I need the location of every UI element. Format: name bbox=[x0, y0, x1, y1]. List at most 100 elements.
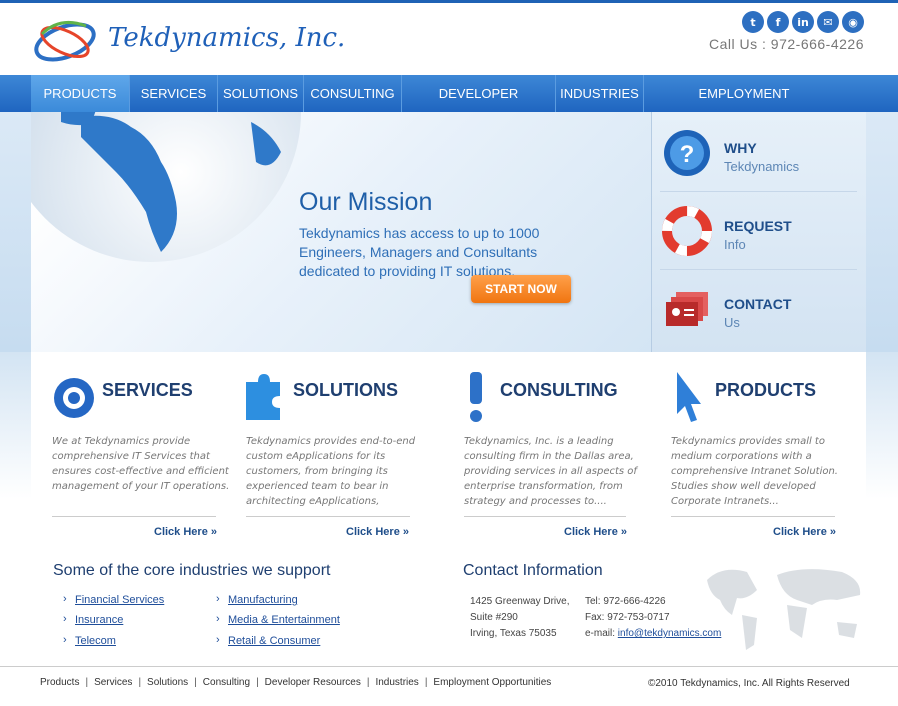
hero-banner: Our Mission Tekdynamics has access to up… bbox=[31, 112, 651, 352]
cursor-arrow-icon bbox=[677, 372, 701, 422]
contact-fax: Fax: 972-753-0717 bbox=[585, 612, 670, 623]
click-here-solutions[interactable]: Click Here » bbox=[346, 526, 409, 538]
industry-link-telecom[interactable]: Telecom bbox=[63, 634, 116, 647]
click-here-label: Click Here bbox=[564, 526, 618, 538]
contact-email: e-mail: info@tekdynamics.com bbox=[585, 628, 721, 639]
industry-link-financial-services[interactable]: Financial Services bbox=[63, 593, 164, 606]
email-link[interactable]: info@tekdynamics.com bbox=[618, 628, 722, 639]
at-sign-icon bbox=[54, 378, 94, 418]
click-here-consulting[interactable]: Click Here » bbox=[564, 526, 627, 538]
address-line-2: Suite #290 bbox=[470, 612, 518, 623]
footer-link-consulting[interactable]: Consulting bbox=[203, 677, 250, 688]
brand-name[interactable]: Tekdynamics, Inc. bbox=[108, 23, 345, 53]
divider bbox=[671, 516, 835, 517]
click-here-products[interactable]: Click Here » bbox=[773, 526, 836, 538]
nav-employment-opportunities[interactable]: EMPLOYMENT OPPORTUNITIES bbox=[644, 75, 844, 138]
industries-title: Some of the core industries we support bbox=[53, 562, 331, 579]
start-now-button[interactable]: START NOW bbox=[471, 275, 571, 303]
click-here-services[interactable]: Click Here » bbox=[154, 526, 217, 538]
nav-developer-resources[interactable]: DEVELOPER RESOURCES bbox=[402, 75, 556, 138]
click-here-label: Click Here bbox=[773, 526, 827, 538]
feature-services: SERVICES We at Tekdynamics provide compr… bbox=[52, 362, 232, 552]
divider bbox=[52, 516, 216, 517]
footer-nav: Products | Services | Solutions | Consultin… bbox=[40, 677, 551, 688]
feature-title-consulting: CONSULTING bbox=[500, 380, 618, 400]
nav-solutions[interactable]: SOLUTIONS bbox=[218, 75, 304, 112]
feature-title-products: PRODUCTS bbox=[715, 380, 817, 400]
contact-card-icon bbox=[666, 292, 708, 326]
nav-products[interactable]: PRODUCTS bbox=[31, 75, 130, 112]
separator: | bbox=[194, 677, 197, 688]
email-icon[interactable]: ✉ bbox=[817, 11, 839, 33]
rss-icon[interactable]: ◉ bbox=[842, 11, 864, 33]
separator: | bbox=[256, 677, 259, 688]
svg-text:?: ? bbox=[680, 141, 695, 168]
divider bbox=[246, 516, 410, 517]
feature-text-products: Tekdynamics provides small to medium cor… bbox=[671, 436, 838, 507]
footer-link-employment-opportunities[interactable]: Employment Opportunities bbox=[433, 677, 551, 688]
world-map-image bbox=[707, 569, 861, 650]
footer-link-solutions[interactable]: Solutions bbox=[147, 677, 188, 688]
footer-link-products[interactable]: Products bbox=[40, 677, 79, 688]
separator: | bbox=[366, 677, 370, 688]
side-item-request[interactable]: REQUEST Info bbox=[660, 192, 857, 270]
logo-swirl-icon[interactable] bbox=[30, 12, 100, 70]
mission-text: Tekdynamics has access to up to 1000 Eng… bbox=[299, 225, 540, 279]
globe-image bbox=[31, 112, 301, 262]
side-item-contact[interactable]: CONTACT Us bbox=[660, 270, 857, 348]
lifebuoy-icon bbox=[662, 206, 712, 256]
contact-tel: Tel: 972-666-4226 bbox=[585, 596, 666, 607]
side-title-request: REQUEST bbox=[724, 218, 792, 234]
industry-link-retail-consumer[interactable]: Retail & Consumer bbox=[216, 634, 320, 647]
question-icon: ? bbox=[664, 130, 710, 176]
side-sub-why: Tekdynamics bbox=[724, 159, 800, 174]
footer-link-industries[interactable]: Industries bbox=[375, 677, 418, 688]
feature-text-services: We at Tekdynamics provide comprehensive … bbox=[52, 436, 230, 492]
footer-link-services[interactable]: Services bbox=[94, 677, 132, 688]
side-title-contact: CONTACT bbox=[724, 296, 792, 312]
click-here-label: Click Here bbox=[346, 526, 400, 538]
feature-solutions: SOLUTIONS Tekdynamics provides end-to-en… bbox=[246, 362, 426, 552]
separator: | bbox=[85, 677, 89, 688]
contact-title: Contact Information bbox=[463, 562, 603, 579]
address-line-3: Irving, Texas 75035 bbox=[470, 628, 557, 639]
feature-text-solutions: Tekdynamics provides end-to-end custom e… bbox=[246, 436, 416, 507]
separator: | bbox=[138, 677, 142, 688]
puzzle-icon bbox=[246, 374, 280, 420]
twitter-icon[interactable]: t bbox=[742, 11, 764, 33]
side-item-why[interactable]: ? WHY Tekdynamics bbox=[660, 114, 857, 192]
phone-number: 972-666-4226 bbox=[770, 36, 864, 52]
copyright-text: ©2010 Tekdynamics, Inc. All Rights Reser… bbox=[648, 678, 850, 689]
click-here-label: Click Here bbox=[154, 526, 208, 538]
feature-title-solutions: SOLUTIONS bbox=[293, 380, 399, 400]
nav-services[interactable]: SERVICES bbox=[130, 75, 218, 112]
side-sub-request: Info bbox=[724, 237, 746, 252]
email-label: e-mail: bbox=[585, 628, 616, 639]
facebook-icon[interactable]: f bbox=[767, 11, 789, 33]
industry-link-media-entertainment[interactable]: Media & Entertainment bbox=[216, 613, 340, 626]
divider bbox=[464, 516, 626, 517]
feature-consulting: CONSULTING Tekdynamics, Inc. is a leadin… bbox=[464, 362, 644, 552]
feature-title-services: SERVICES bbox=[102, 380, 193, 400]
exclamation-icon bbox=[470, 372, 482, 422]
separator: | bbox=[424, 677, 428, 688]
call-us: Call Us : 972-666-4226 bbox=[709, 36, 864, 52]
mission-title: Our Mission bbox=[299, 188, 433, 216]
footer-divider bbox=[0, 666, 898, 667]
nav-consulting[interactable]: CONSULTING bbox=[304, 75, 402, 112]
side-sub-contact: Us bbox=[724, 315, 740, 330]
feature-products: PRODUCTS Tekdynamics provides small to m… bbox=[671, 362, 851, 552]
main-nav: PRODUCTS SERVICES SOLUTIONS CONSULTING D… bbox=[0, 75, 898, 138]
industry-link-insurance[interactable]: Insurance bbox=[63, 613, 123, 626]
social-links: t f in ✉ ◉ bbox=[742, 11, 864, 33]
side-title-why: WHY bbox=[724, 140, 757, 156]
footer-link-developer-resources[interactable]: Developer Resources bbox=[265, 677, 361, 688]
site-header: Tekdynamics, Inc. t f in ✉ ◉ Call Us : 9… bbox=[0, 3, 898, 75]
address-line-1: 1425 Greenway Drive, bbox=[470, 596, 570, 607]
call-us-label: Call Us : bbox=[709, 36, 767, 52]
industry-link-manufacturing[interactable]: Manufacturing bbox=[216, 593, 298, 606]
nav-industries[interactable]: INDUSTRIES bbox=[556, 75, 644, 112]
side-panel: ? WHY Tekdynamics REQUEST Info CONTACT U… bbox=[651, 112, 866, 352]
linkedin-icon[interactable]: in bbox=[792, 11, 814, 33]
feature-text-consulting: Tekdynamics, Inc. is a leading consultin… bbox=[464, 436, 637, 507]
